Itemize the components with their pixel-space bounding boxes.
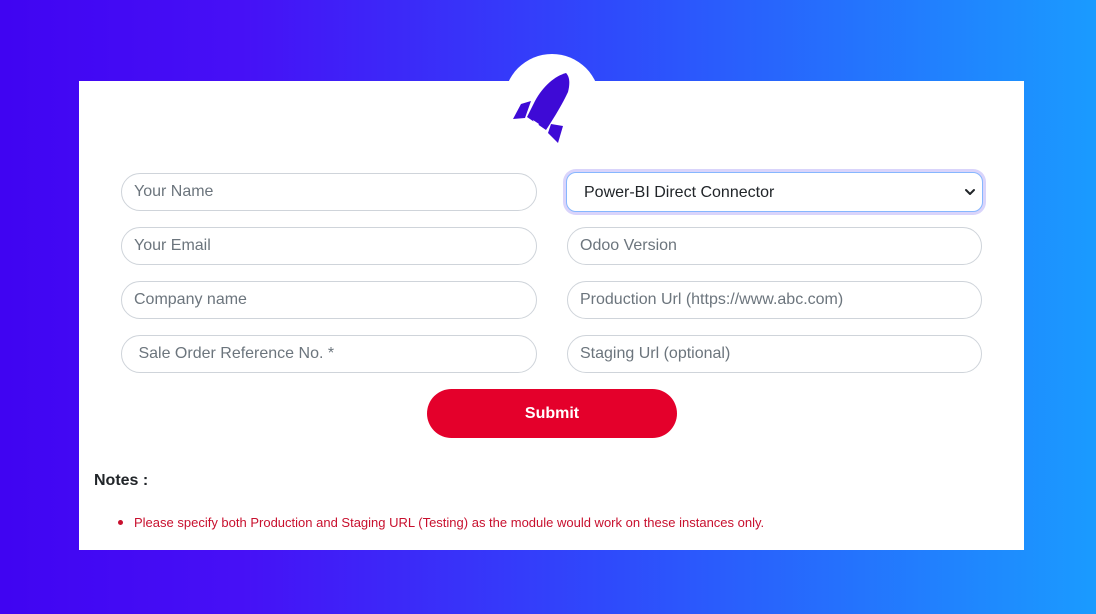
chevron-down-icon — [965, 189, 975, 195]
notes-title: Notes : — [94, 472, 149, 489]
note-text: Please specify both Production and Stagi… — [134, 515, 765, 530]
rocket-icon — [513, 73, 570, 143]
company-input[interactable] — [121, 281, 537, 319]
staging-url-input[interactable] — [567, 335, 982, 373]
notes-list: Please specify both Production and Stagi… — [117, 514, 764, 531]
name-input[interactable] — [121, 173, 537, 211]
sale-order-input[interactable] — [121, 335, 537, 373]
odoo-version-input[interactable] — [567, 227, 982, 265]
module-select[interactable]: Power-BI Direct Connector — [566, 172, 983, 212]
production-url-input[interactable] — [567, 281, 982, 319]
bullet-icon — [118, 520, 123, 525]
email-input[interactable] — [121, 227, 537, 265]
submit-button[interactable]: Submit — [427, 389, 677, 438]
module-select-value: Power-BI Direct Connector — [584, 184, 775, 201]
note-item: Please specify both Production and Stagi… — [117, 514, 764, 531]
